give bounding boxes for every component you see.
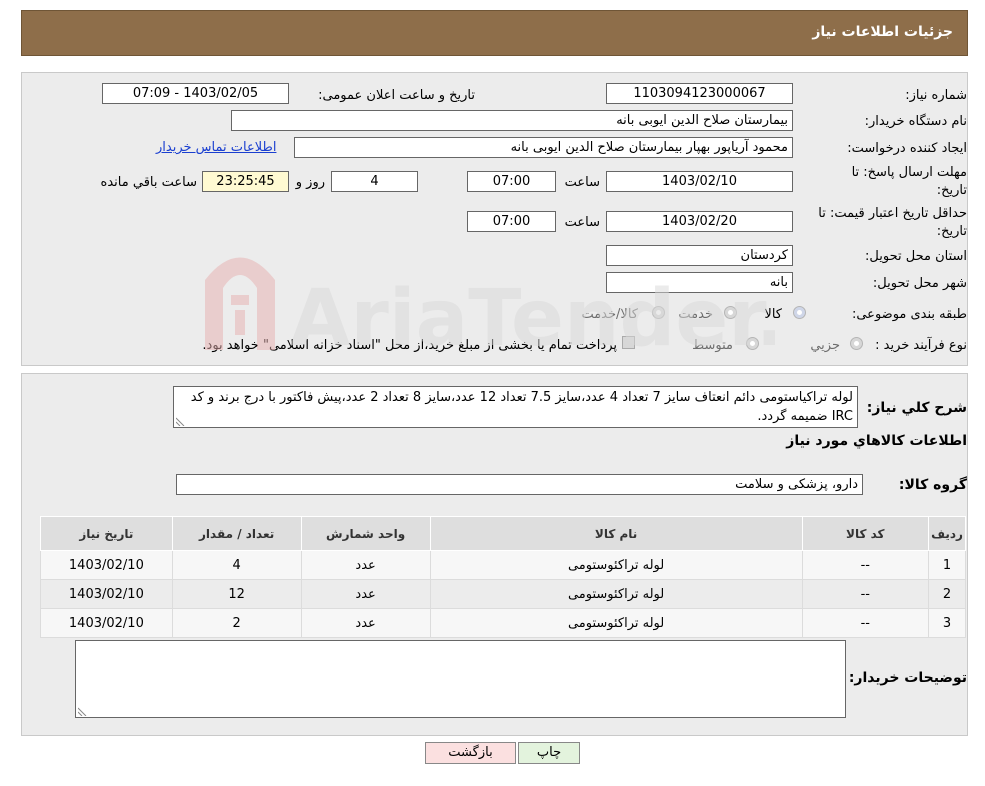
delivery-city-label: شهر محل تحویل:	[872, 276, 967, 291]
price-validity-date: 1403/02/20	[606, 211, 793, 232]
response-deadline-label-2: تاریخ:	[936, 183, 967, 198]
purchase-medium-radio[interactable]	[746, 337, 759, 350]
category-goods-label: کالا	[764, 307, 782, 322]
request-creator-field: محمود آریاپور بهپار بیمارستان صلاح الدین…	[294, 137, 793, 158]
response-deadline-label: مهلت ارسال پاسخ: تا	[851, 165, 967, 180]
goods-group-field: دارو، پزشکی و سلامت	[176, 474, 863, 495]
row-number-cell: 3	[928, 608, 966, 638]
request-creator-label: ایجاد کننده درخواست:	[847, 141, 967, 156]
delivery-province-field: کردستان	[606, 245, 793, 266]
need-date-cell: 1403/02/10	[40, 608, 173, 638]
category-service-radio[interactable]	[724, 306, 737, 319]
row-number-cell: 2	[928, 579, 966, 609]
buyer-contact-link[interactable]: اطلاعات تماس خریدار	[156, 140, 276, 155]
price-validity-label: حداقل تاریخ اعتبار قیمت: تا	[818, 206, 967, 221]
row-number-cell: 1	[928, 550, 966, 580]
remaining-time-field: 23:25:45	[202, 171, 289, 192]
buyer-notes-field[interactable]	[75, 640, 846, 718]
purchase-minor-label: جزیي	[810, 338, 840, 353]
table-row: 1 -- لوله تراکئوستومی عدد 4 1403/02/10	[40, 550, 966, 580]
unit-cell: عدد	[300, 608, 431, 638]
general-description-field: لوله تراکیاستومی دائم انعتاف سایز 7 تعدا…	[173, 386, 858, 428]
print-button[interactable]: چاپ	[518, 742, 580, 764]
item-name-cell: لوله تراکئوستومی	[429, 608, 803, 638]
price-validity-time: 07:00	[467, 211, 556, 232]
quantity-cell: 4	[171, 550, 302, 580]
treasury-note: پرداخت تمام یا بخشی از مبلغ خرید،از محل …	[202, 338, 617, 353]
column-need-date: تاریخ نیاز	[40, 516, 173, 551]
unit-cell: عدد	[300, 579, 431, 609]
goods-group-label: گروه کالا:	[898, 477, 967, 493]
deadline-time-label: ساعت	[564, 175, 600, 190]
buyer-org-label: نام دستگاه خریدار:	[864, 114, 967, 129]
table-row: 2 -- لوله تراکئوستومی عدد 12 1403/02/10	[40, 579, 966, 609]
column-item-name: نام کالا	[429, 516, 803, 551]
general-description-label: شرح کلي نياز:	[866, 400, 967, 416]
column-quantity: تعداد / مقدار	[171, 516, 302, 551]
goods-info-title: اطلاعات کالاهاي مورد نياز	[786, 433, 967, 449]
goods-table-header: ردیف کد کالا نام کالا واحد شمارش تعداد /…	[40, 516, 966, 551]
column-item-code: کد کالا	[801, 516, 930, 551]
item-name-cell: لوله تراکئوستومی	[429, 550, 803, 580]
buyer-notes-label: توضیحات خریدار:	[848, 670, 967, 686]
column-row-number: ردیف	[928, 516, 966, 551]
category-goods-radio[interactable]	[793, 306, 806, 319]
back-button[interactable]: بازگشت	[425, 742, 516, 764]
category-goods-service-radio[interactable]	[652, 306, 665, 319]
need-number-field: 1103094123000067	[606, 83, 793, 104]
purchase-minor-radio[interactable]	[850, 337, 863, 350]
item-code-cell: --	[801, 550, 930, 580]
purchase-medium-label: متوسط	[692, 338, 733, 353]
column-unit: واحد شمارش	[300, 516, 431, 551]
need-date-cell: 1403/02/10	[40, 579, 173, 609]
need-number-label: شماره نیاز:	[905, 88, 967, 103]
subject-category-label: طبقه بندی موضوعی:	[851, 307, 967, 322]
item-code-cell: --	[801, 608, 930, 638]
resize-handle-icon[interactable]	[78, 706, 88, 716]
response-deadline-time: 07:00	[467, 171, 556, 192]
quantity-cell: 12	[171, 579, 302, 609]
unit-cell: عدد	[300, 550, 431, 580]
delivery-city-field: بانه	[606, 272, 793, 293]
days-label: روز و	[295, 175, 325, 190]
need-date-cell: 1403/02/10	[40, 550, 173, 580]
category-goods-service-label: کالا/خدمت	[581, 307, 638, 322]
buyer-org-field: بیمارستان صلاح الدین ایوبی بانه	[231, 110, 793, 131]
resize-handle-icon[interactable]	[176, 416, 186, 426]
remaining-days-field: 4	[331, 171, 418, 192]
announce-datetime-field: 1403/02/05 - 07:09	[102, 83, 289, 104]
item-name-cell: لوله تراکئوستومی	[429, 579, 803, 609]
quantity-cell: 2	[171, 608, 302, 638]
delivery-province-label: استان محل تحویل:	[865, 249, 967, 264]
remaining-time-label: ساعت باقي مانده	[100, 175, 197, 190]
page-title: جزئیات اطلاعات نیاز	[812, 24, 953, 40]
response-deadline-date: 1403/02/10	[606, 171, 793, 192]
validity-time-label: ساعت	[564, 215, 600, 230]
category-service-label: خدمت	[678, 307, 713, 322]
table-row: 3 -- لوله تراکئوستومی عدد 2 1403/02/10	[40, 608, 966, 638]
price-validity-label-2: تاریخ:	[936, 224, 967, 239]
page-title-bar: جزئیات اطلاعات نیاز	[21, 10, 968, 56]
purchase-type-label: نوع فرآیند خرید :	[875, 338, 967, 353]
item-code-cell: --	[801, 579, 930, 609]
treasury-checkbox[interactable]	[622, 336, 635, 349]
announce-datetime-label: تاریخ و ساعت اعلان عمومی:	[318, 88, 475, 103]
goods-table: ردیف کد کالا نام کالا واحد شمارش تعداد /…	[40, 516, 966, 638]
